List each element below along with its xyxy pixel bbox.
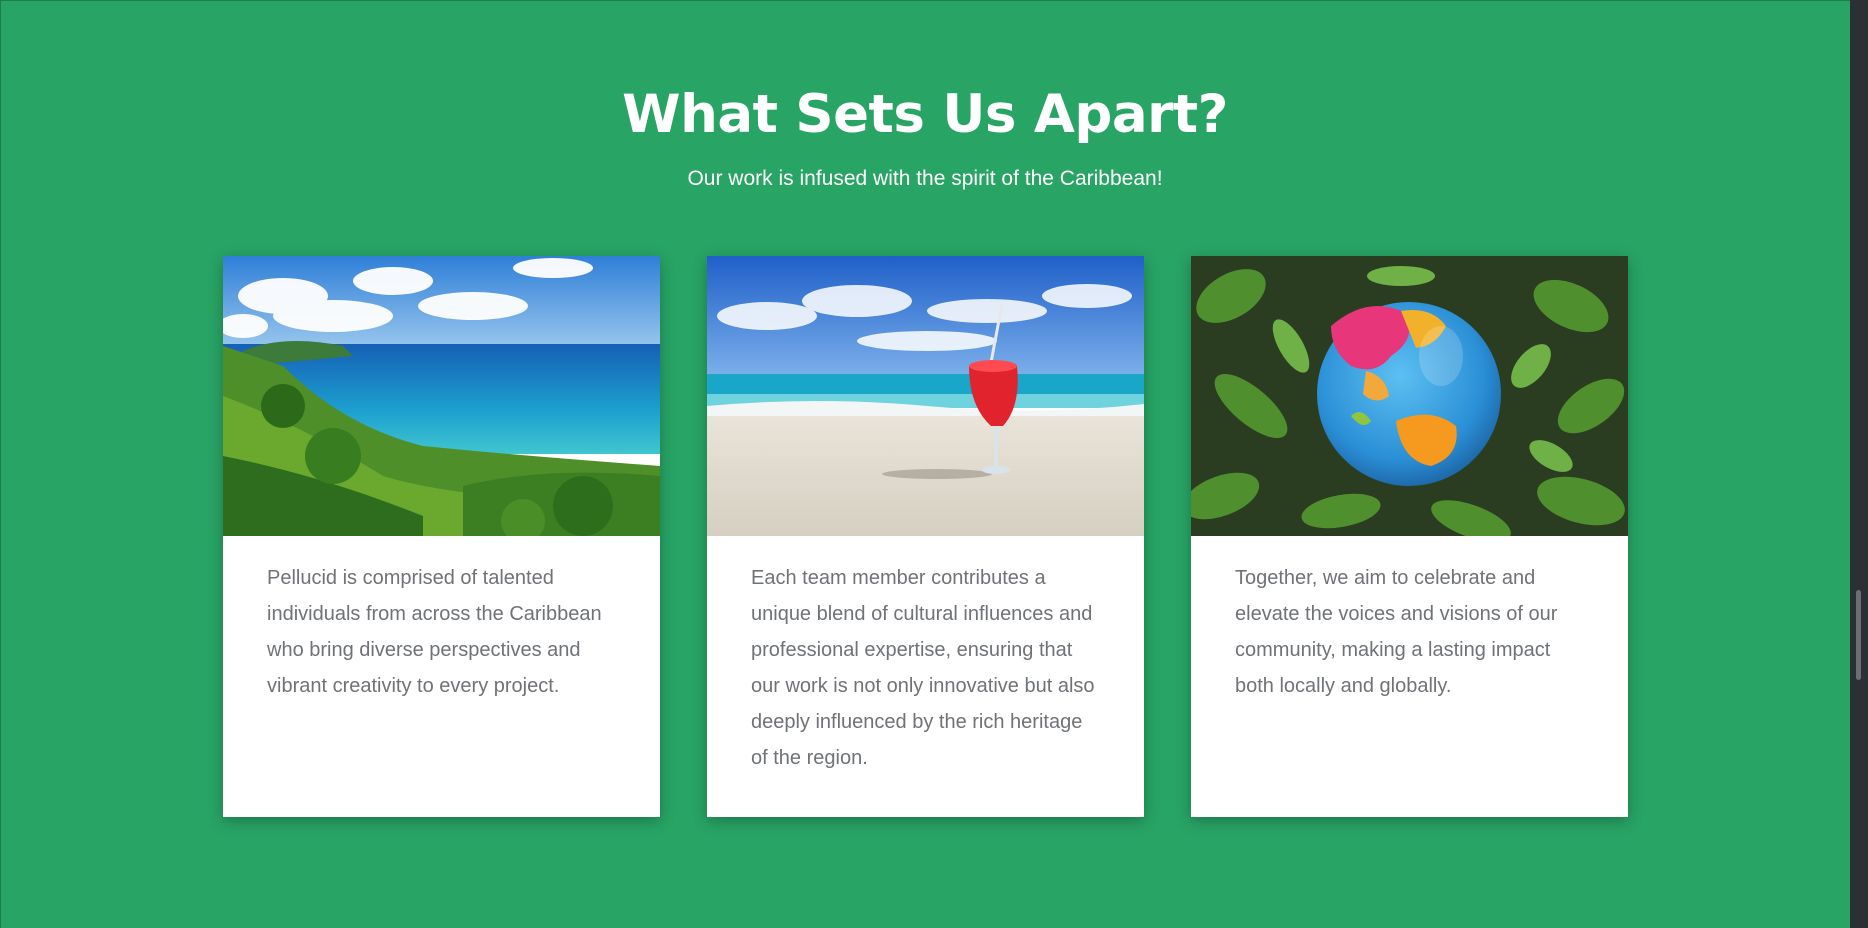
page-scrollbar[interactable] [1850,0,1868,928]
globe-in-foliage-image [1191,256,1628,536]
caribbean-coastline-image [223,256,660,536]
card-description: Each team member contributes a unique bl… [751,567,1095,769]
card-description: Together, we aim to celebrate and elevat… [1235,567,1558,697]
section-subtitle: Our work is infused with the spirit of t… [687,167,1163,190]
feature-card: Pellucid is comprised of talented indivi… [223,256,660,817]
section-title: What Sets Us Apart? [622,84,1228,145]
feature-card: Each team member contributes a unique bl… [707,256,1144,817]
card-description: Pellucid is comprised of talented indivi… [267,567,602,697]
beach-cocktail-image [707,256,1144,536]
feature-card: Together, we aim to celebrate and elevat… [1191,256,1628,817]
scrollbar-thumb[interactable] [1856,590,1861,680]
